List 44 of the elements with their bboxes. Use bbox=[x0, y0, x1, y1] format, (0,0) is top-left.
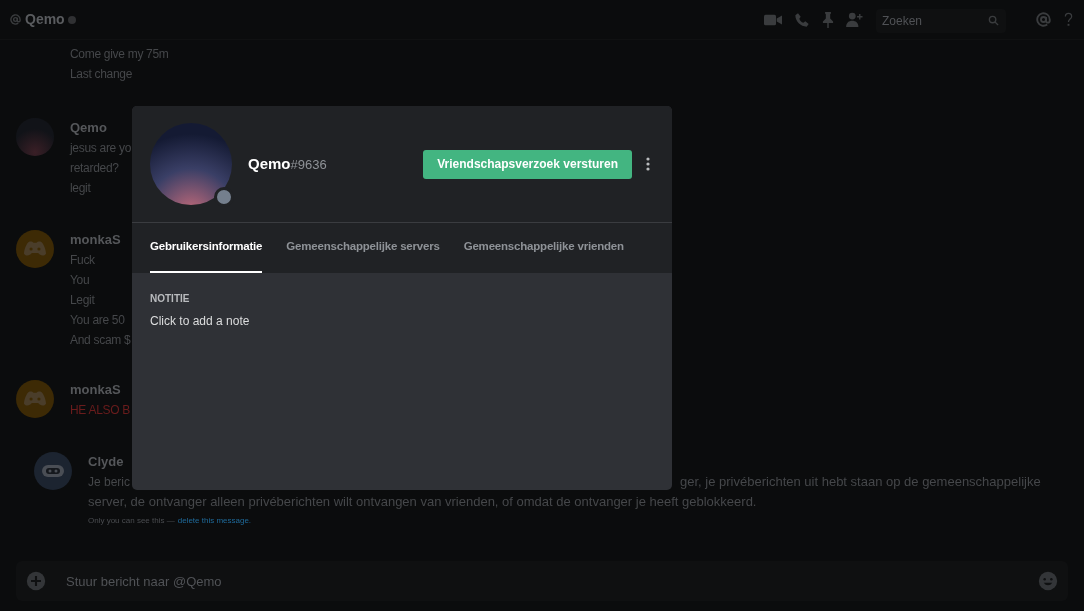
note-field[interactable]: Click to add a note bbox=[150, 312, 654, 330]
message-text: ger, je privéberichten uit hebt staan op de gemeenschappelijke bbox=[680, 473, 1041, 491]
phone-icon[interactable] bbox=[794, 11, 810, 28]
plus-circle-icon[interactable] bbox=[26, 571, 46, 591]
note-heading: NOTITIE bbox=[150, 292, 191, 306]
search-field[interactable]: Zoeken bbox=[876, 8, 1006, 33]
mention-icon[interactable] bbox=[1036, 12, 1051, 27]
delete-message-link[interactable]: delete this message. bbox=[177, 512, 252, 530]
username: Qemo bbox=[248, 153, 291, 174]
message-text: And scam $ bbox=[70, 332, 131, 349]
author-name: Clyde bbox=[88, 453, 124, 471]
avatar-photo-placeholder bbox=[16, 118, 54, 156]
smiley-icon[interactable] bbox=[1038, 571, 1058, 591]
author-name: monkaS bbox=[70, 381, 121, 399]
at-sign-icon bbox=[10, 14, 21, 25]
pin-icon[interactable] bbox=[822, 11, 834, 28]
message-text: HE ALSO B bbox=[70, 402, 130, 419]
message-text: retarded? bbox=[70, 160, 120, 177]
tab[interactable]: Gebruikersinformatie bbox=[150, 223, 263, 273]
message-text: Fuck bbox=[70, 252, 96, 269]
tab[interactable]: Gemeenschappelijke servers bbox=[286, 223, 440, 273]
message-text: Last change bbox=[70, 66, 134, 83]
author-name: Qemo bbox=[70, 119, 107, 137]
search-icon bbox=[988, 14, 999, 26]
message-text: You bbox=[70, 272, 91, 289]
message-text: Come give my 75m bbox=[70, 46, 169, 63]
channel-name: Qemo bbox=[25, 10, 65, 29]
discriminator: #9636 bbox=[290, 155, 327, 174]
message-text: server, de ontvanger alleen privéberichten wilt ontvangen van vrienden, of omdat de ontvanger je heeft geblokkeerd. bbox=[88, 493, 758, 511]
message-input[interactable]: Stuur bericht naar @Qemo bbox=[16, 561, 1068, 601]
message-text: jesus are yo bbox=[70, 140, 132, 157]
message-text: Legit bbox=[70, 292, 96, 309]
robot-icon bbox=[41, 463, 65, 479]
more-options-icon[interactable] bbox=[646, 157, 650, 171]
author-name: monkaS bbox=[70, 231, 121, 249]
message-text: You are 50 bbox=[70, 312, 126, 329]
game-controller-icon bbox=[24, 241, 46, 257]
tab[interactable]: Gemeenschappelijke vrienden bbox=[463, 223, 624, 273]
game-controller-icon bbox=[24, 391, 46, 407]
message-text: legit bbox=[70, 180, 92, 197]
add-person-icon[interactable] bbox=[846, 12, 864, 27]
help-icon[interactable] bbox=[1063, 12, 1074, 27]
video-camera-icon[interactable] bbox=[764, 12, 782, 27]
message-text: Je beric bbox=[88, 474, 131, 491]
